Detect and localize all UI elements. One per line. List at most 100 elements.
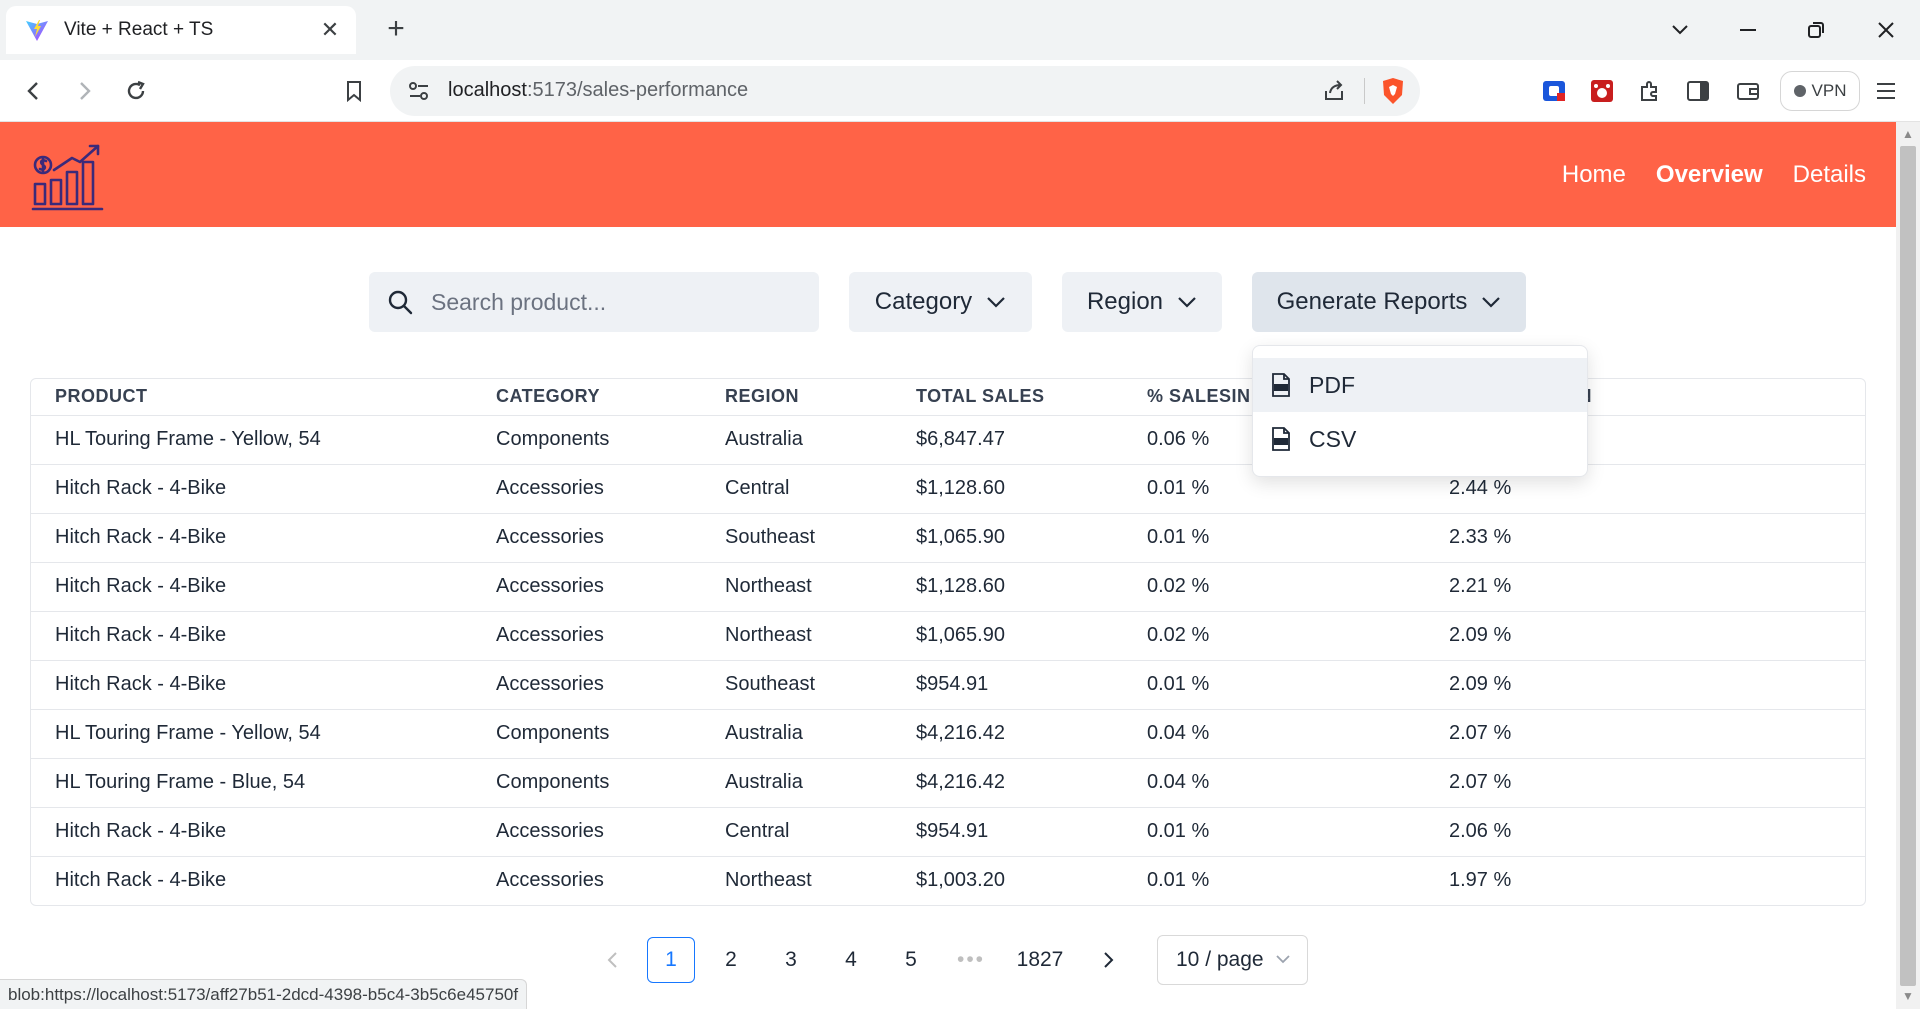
new-tab-icon[interactable]: + (378, 12, 414, 48)
cell-product: Hitch Rack - 4-Bike (31, 513, 472, 563)
table-row[interactable]: Hitch Rack - 4-Bike Accessories Central $1,… (31, 464, 1865, 514)
cell-percent-sales-in-region: 2.07 % (1425, 709, 1865, 759)
pdf-file-icon (1272, 373, 1290, 397)
export-pdf-item[interactable]: PDF (1253, 358, 1587, 412)
cell-category: Components (472, 415, 701, 465)
cell-percent-sales-in-region: 2.06 % (1425, 807, 1865, 857)
tab-title: Vite + React + TS (64, 19, 214, 40)
vpn-button[interactable]: VPN (1780, 71, 1860, 111)
page-size-select[interactable]: 10 / page (1157, 935, 1308, 985)
chevron-down-icon (987, 297, 1005, 308)
tab-search-chevron-icon[interactable] (1660, 12, 1700, 48)
cell-region: Northeast (701, 562, 892, 612)
page-2[interactable]: 2 (707, 937, 755, 983)
cell-percent-sales: 0.01 % (1147, 869, 1210, 892)
cell-category: Accessories (472, 611, 701, 661)
export-csv-item[interactable]: CSV (1253, 412, 1587, 466)
cell-total-sales: $1,128.60 (892, 562, 1123, 612)
table-row[interactable]: Hitch Rack - 4-Bike Accessories Northeast $… (31, 562, 1865, 612)
share-icon[interactable] (1322, 79, 1346, 103)
cell-category: Accessories (472, 562, 701, 612)
table-row[interactable]: Hitch Rack - 4-Bike Accessories Southeast $… (31, 660, 1865, 710)
cell-total-sales: $1,065.90 (892, 611, 1123, 661)
table-row[interactable]: Hitch Rack - 4-Bike Accessories Southeast $… (31, 513, 1865, 563)
region-label: Region (1086, 288, 1164, 315)
category-label: Category (874, 288, 973, 315)
forward-icon[interactable] (66, 73, 102, 109)
scroll-up-icon[interactable]: ▲ (1902, 128, 1914, 140)
page-scrollbar[interactable]: ▲ ▼ (1896, 122, 1920, 1009)
page-last[interactable]: 1827 (1007, 937, 1073, 983)
prev-page-icon[interactable] (588, 937, 636, 983)
sales-chart-logo-icon[interactable] (30, 140, 106, 212)
cell-category: Accessories (472, 464, 701, 514)
reports-menu: PDF CSV (1252, 345, 1588, 477)
search-box[interactable] (369, 272, 819, 332)
cell-product: Hitch Rack - 4-Bike (55, 869, 227, 892)
page-3[interactable]: 3 (767, 937, 815, 983)
cell-region: Australia (701, 709, 892, 759)
extension-shield-icon[interactable] (1536, 73, 1572, 109)
url-text: localhost:5173/sales-performance (448, 79, 749, 101)
table-row[interactable]: Hitch Rack - 4-Bike Accessories Central $95… (31, 807, 1865, 857)
cell-percent-sales: 0.01 % (1123, 807, 1425, 857)
category-dropdown[interactable]: Category (849, 272, 1032, 332)
csv-file-icon (1272, 427, 1290, 451)
table-header-row: PRODUCT CATEGORY REGION TOTAL SALES % SA… (31, 379, 1865, 416)
page-1[interactable]: 1 (647, 937, 695, 983)
cell-region: Southeast (701, 660, 892, 710)
cell-product: Hitch Rack - 4-Bike (31, 562, 472, 612)
scrollbar-thumb[interactable] (1900, 146, 1916, 986)
brave-shield-icon[interactable] (1380, 77, 1406, 105)
tab-close-icon[interactable]: ✕ (318, 17, 342, 43)
page-4[interactable]: 4 (827, 937, 875, 983)
cell-region: Australia (701, 758, 892, 808)
extensions-puzzle-icon[interactable] (1632, 73, 1668, 109)
region-dropdown[interactable]: Region (1062, 272, 1222, 332)
filter-bar: Category Region Generate Reports (0, 272, 1896, 332)
cell-region: Australia (701, 415, 892, 465)
table-row[interactable]: Hitch Rack - 4-Bike Accessories Northeast $… (31, 611, 1865, 661)
col-category[interactable]: CATEGORY (472, 379, 701, 416)
cell-category: Accessories (472, 513, 701, 563)
search-input[interactable] (431, 288, 791, 316)
menu-icon[interactable] (1868, 73, 1904, 109)
page-5[interactable]: 5 (887, 937, 935, 983)
page-ellipsis[interactable]: ••• (947, 937, 995, 983)
nav-details[interactable]: Details (1793, 161, 1866, 189)
nav-overview[interactable]: Overview (1656, 161, 1763, 189)
minimize-icon[interactable] (1728, 12, 1768, 48)
site-settings-icon[interactable] (408, 81, 430, 101)
back-icon[interactable] (16, 73, 52, 109)
col-product[interactable]: PRODUCT (31, 379, 472, 416)
table-row[interactable]: Hitch Rack - 4-Bike Accessories Northeast $… (31, 856, 1865, 905)
wallet-icon[interactable] (1730, 73, 1766, 109)
pdf-label: PDF (1309, 371, 1355, 398)
close-window-icon[interactable] (1866, 12, 1906, 48)
cell-category: Accessories (472, 807, 701, 857)
omnibox-divider (1364, 78, 1365, 104)
sidebar-toggle-icon[interactable] (1680, 73, 1716, 109)
col-region[interactable]: REGION (701, 379, 892, 416)
cell-percent-sales-in-region: 2.09 % (1425, 660, 1865, 710)
cell-product: HL Touring Frame - Yellow, 54 (31, 709, 472, 759)
cell-product: Hitch Rack - 4-Bike (31, 807, 472, 857)
scroll-down-icon[interactable]: ▼ (1902, 990, 1914, 1002)
table-row[interactable]: HL Touring Frame - Blue, 54 Components Aus… (31, 758, 1865, 808)
reload-icon[interactable] (118, 73, 154, 109)
cell-percent-sales: 0.02 % (1123, 562, 1425, 612)
cell-product: Hitch Rack - 4-Bike (31, 611, 472, 661)
main-nav: Home Overview Details (1562, 122, 1866, 227)
next-page-icon[interactable] (1085, 937, 1133, 983)
col-total-sales[interactable]: TOTAL SALES (892, 379, 1123, 416)
address-bar[interactable]: localhost:5173/sales-performance (390, 66, 1420, 116)
extension-paw-icon[interactable] (1584, 73, 1620, 109)
pagination: 1 2 3 4 5 ••• 1827 10 / page (0, 935, 1896, 985)
restore-icon[interactable] (1796, 12, 1836, 48)
table-row[interactable]: HL Touring Frame - Yellow, 54 Components A… (31, 709, 1865, 759)
generate-reports-dropdown[interactable]: Generate Reports (1252, 272, 1526, 332)
browser-tab[interactable]: Vite + React + TS ✕ (6, 6, 356, 54)
nav-home[interactable]: Home (1562, 161, 1626, 189)
bookmark-icon[interactable] (336, 73, 372, 109)
table-row[interactable]: HL Touring Frame - Yellow, 54 Components A… (31, 415, 1865, 465)
